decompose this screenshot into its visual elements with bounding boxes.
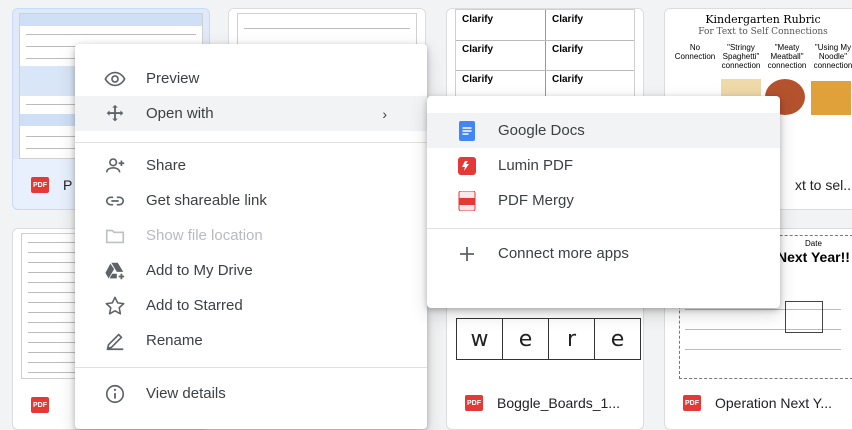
- menu-item-label: Add to My Drive: [146, 262, 253, 279]
- clarify-label: Clarify: [552, 74, 584, 85]
- file-name: Boggle_Boards_1...: [497, 395, 620, 411]
- menu-item-rename[interactable]: Rename: [75, 323, 427, 358]
- menu-item-show-file-location: Show file location: [75, 218, 427, 253]
- move-icon: [103, 102, 127, 126]
- menu-item-add-to-starred[interactable]: Add to Starred: [75, 288, 427, 323]
- file-title-row: PDF Operation Next Y...: [665, 379, 852, 427]
- menu-item-share[interactable]: Share: [75, 148, 427, 183]
- menu-item-label: Lumin PDF: [498, 157, 574, 174]
- rubric-col: "Stringy Spaghetti" connection: [721, 43, 761, 70]
- file-title-row: PDF Boggle_Boards_1...: [447, 379, 643, 427]
- pdf-mergy-icon: [455, 189, 479, 213]
- menu-item-label: Rename: [146, 332, 203, 349]
- rubric-col: "Using My Noodle" connection: [813, 43, 852, 70]
- rubric-subtitle: For Text to Self Connections: [698, 27, 828, 37]
- boggle-cell: e: [502, 318, 549, 360]
- person-add-icon: [103, 154, 127, 178]
- menu-item-open-with[interactable]: Open with ›: [75, 96, 427, 131]
- menu-item-preview[interactable]: Preview: [75, 61, 427, 96]
- file-thumbnail: Clarify Clarify Clarify Clarify Clarify …: [447, 9, 643, 109]
- menu-item-label: Show file location: [146, 227, 263, 244]
- boggle-grid: w e r e: [456, 318, 641, 360]
- menu-item-add-to-my-drive[interactable]: Add to My Drive: [75, 253, 427, 288]
- boggle-cell: w: [456, 318, 503, 360]
- chevron-right-icon: ›: [382, 105, 387, 122]
- app-lumin-pdf[interactable]: Lumin PDF: [427, 148, 780, 183]
- thumb-date: Date: [805, 239, 822, 248]
- menu-item-label: Google Docs: [498, 122, 585, 139]
- pdf-icon: PDF: [31, 397, 49, 413]
- pdf-icon: PDF: [31, 177, 49, 193]
- pdf-icon: PDF: [683, 395, 701, 411]
- boggle-cell: e: [594, 318, 641, 360]
- folder-icon: [103, 224, 127, 248]
- menu-item-label: Connect more apps: [498, 245, 629, 262]
- thumb-heading: Next Year!!: [777, 249, 850, 265]
- menu-divider: [75, 142, 427, 143]
- boggle-cell: r: [548, 318, 595, 360]
- open-with-submenu: Google Docs Lumin PDF PDF Mergy Connect …: [427, 96, 780, 308]
- clarify-label: Clarify: [462, 44, 494, 55]
- file-name: Operation Next Y...: [715, 395, 832, 411]
- clarify-label: Clarify: [552, 44, 584, 55]
- menu-item-label: View details: [146, 385, 226, 402]
- menu-divider: [75, 367, 427, 368]
- rubric-col: "Meaty Meatball" connection: [767, 43, 807, 70]
- pdf-icon: PDF: [465, 395, 483, 411]
- rubric-col: No Connection: [674, 43, 716, 61]
- menu-divider: [427, 228, 780, 229]
- link-icon: [103, 189, 127, 213]
- clarify-label: Clarify: [552, 14, 584, 25]
- menu-item-label: PDF Mergy: [498, 192, 574, 209]
- plus-icon: [455, 242, 479, 266]
- menu-item-label: Open with: [146, 105, 214, 122]
- app-pdf-mergy[interactable]: PDF Mergy: [427, 183, 780, 218]
- file-name: xt to sel...: [795, 177, 852, 193]
- clarify-label: Clarify: [462, 74, 494, 85]
- pencil-icon: [103, 329, 127, 353]
- clarify-label: Clarify: [462, 14, 494, 25]
- menu-item-label: Add to Starred: [146, 297, 243, 314]
- menu-item-label: Preview: [146, 70, 200, 87]
- app-google-docs[interactable]: Google Docs: [427, 113, 780, 148]
- menu-item-get-shareable-link[interactable]: Get shareable link: [75, 183, 427, 218]
- file-name: P: [63, 177, 73, 193]
- google-docs-icon: [455, 119, 479, 143]
- menu-item-label: Share: [146, 157, 187, 174]
- star-icon: [103, 294, 127, 318]
- connect-more-apps[interactable]: Connect more apps: [427, 236, 780, 271]
- lumin-pdf-icon: [455, 154, 479, 178]
- info-icon: [103, 382, 127, 406]
- eye-icon: [103, 67, 127, 91]
- menu-item-label: Get shareable link: [146, 192, 267, 209]
- rubric-title: Kindergarten Rubric: [705, 13, 821, 26]
- drive-add-icon: [103, 259, 127, 283]
- context-menu: Preview Open with › Share Get shareable …: [75, 44, 427, 429]
- menu-item-view-details[interactable]: View details: [75, 376, 427, 411]
